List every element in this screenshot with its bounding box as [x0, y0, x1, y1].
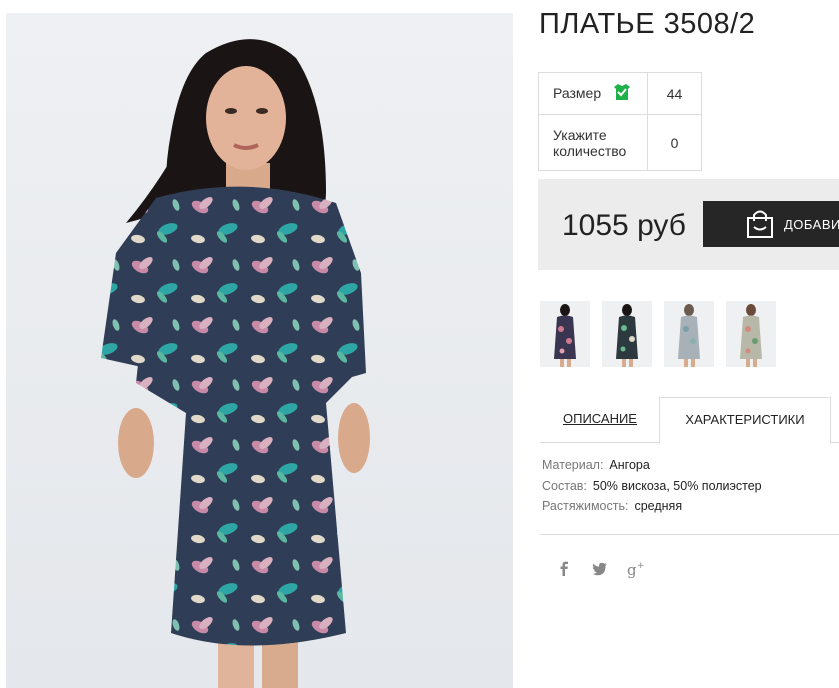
svg-text:+: + [637, 561, 645, 571]
spec-value: средняя [634, 499, 683, 513]
size-label: Размер [553, 85, 602, 101]
spec-key: Состав: [542, 478, 587, 493]
product-title: ПЛАТЬЕ 3508/2 [539, 8, 756, 40]
thumbnail-4[interactable] [726, 301, 776, 367]
spec-value: 50% вискоза, 50% полиэстер [592, 478, 762, 493]
svg-text:g: g [627, 561, 637, 579]
spec-key: Растяжимость: [542, 499, 629, 513]
size-row: Размер 44 [538, 72, 702, 115]
facebook-icon[interactable] [553, 558, 575, 580]
quantity-input[interactable]: 0 [647, 114, 702, 171]
spec-row-stretch: Растяжимость: средняя [542, 499, 762, 520]
quantity-row: Укажите количество 0 [538, 114, 702, 171]
thumbnail-1[interactable] [540, 301, 590, 367]
thumbnail-2[interactable] [602, 301, 652, 367]
price: 1055 руб [562, 209, 686, 242]
google-plus-icon[interactable]: g + [626, 558, 648, 580]
product-options-table: Размер 44 Укажите количество 0 [538, 72, 702, 171]
model-dress-image [101, 39, 370, 688]
add-to-cart-button[interactable]: ДОБАВИТЬ [703, 201, 839, 247]
quantity-label: Укажите количество [538, 114, 648, 171]
size-check-icon[interactable] [613, 83, 631, 104]
divider [540, 534, 839, 535]
thumbnail-3[interactable] [664, 301, 714, 367]
spec-row-material: Материал: Ангора [542, 458, 762, 479]
specs-list: Материал: Ангора Состав: 50% вискоза, 50% … [542, 458, 762, 520]
add-to-cart-label: ДОБАВИТЬ [784, 217, 839, 232]
shopping-bag-icon [746, 209, 774, 244]
spec-row-composition: Состав: 50% вискоза, 50% полиэстер [542, 479, 762, 500]
product-main-photo[interactable] [6, 13, 513, 688]
size-value[interactable]: 44 [647, 72, 702, 115]
product-tabs: ОПИСАНИЕ ХАРАКТЕРИСТИКИ [540, 397, 839, 444]
twitter-icon[interactable] [589, 558, 611, 580]
tab-characteristics[interactable]: ХАРАКТЕРИСТИКИ [659, 397, 831, 444]
tab-description[interactable]: ОПИСАНИЕ [540, 397, 660, 441]
price-box: 1055 руб ДОБАВИТЬ [538, 179, 839, 270]
spec-value: Ангора [609, 458, 650, 472]
spec-key: Материал: [542, 458, 604, 472]
